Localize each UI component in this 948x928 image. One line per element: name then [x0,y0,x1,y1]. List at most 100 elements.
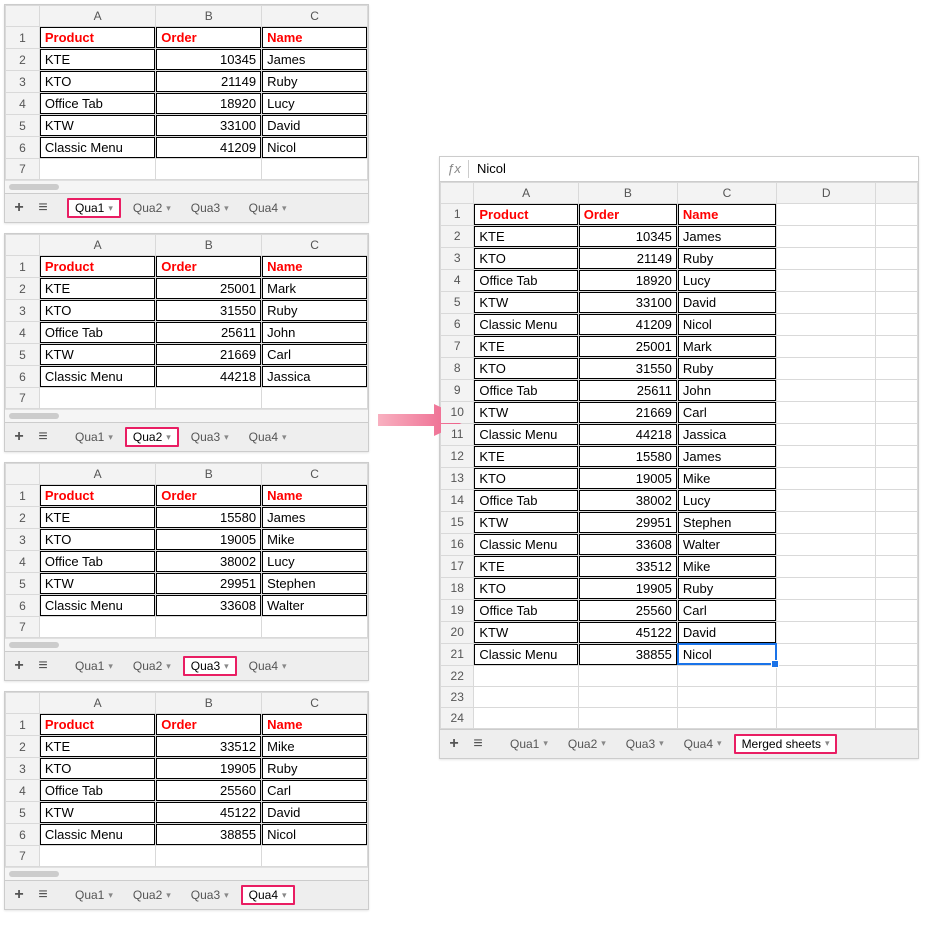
h-scrollbar[interactable] [5,180,368,193]
col-header-c[interactable]: C [262,235,368,256]
all-sheets-button[interactable]: ≡ [33,198,53,218]
col-header-c[interactable]: C [262,6,368,27]
sheet-tab-qua1[interactable]: Qua1▾ [502,734,556,754]
cell-order[interactable]: 38002 [156,551,261,572]
cell-name[interactable]: Ruby [262,71,367,92]
sheet-tab-qua1[interactable]: Qua1▾ [67,198,121,218]
row-header[interactable]: 4 [6,322,40,344]
cell-order[interactable]: 19005 [156,529,261,550]
cell-name[interactable]: James [262,49,367,70]
cell-order[interactable]: 19005 [579,468,677,489]
cell-name[interactable]: Stephen [262,573,367,594]
cell-order[interactable]: 31550 [156,300,261,321]
sheet-tab-qua4[interactable]: Qua4▾ [241,656,295,676]
cell-product[interactable]: Classic Menu [40,366,155,387]
col-header-c[interactable]: C [677,182,776,203]
cell-product[interactable]: KTE [474,556,577,577]
cell-product[interactable]: KTW [40,573,155,594]
all-sheets-button[interactable]: ≡ [468,734,488,754]
cell-name[interactable]: James [678,226,776,247]
h-scrollbar[interactable] [5,867,368,880]
row-header[interactable]: 2 [6,736,40,758]
row-header[interactable]: 7 [6,159,40,180]
cell-order[interactable]: 33512 [156,736,261,757]
row-header[interactable]: 1 [6,714,40,736]
cell-name[interactable]: Mike [678,468,776,489]
cell-order[interactable]: 25560 [156,780,261,801]
sheet-tab-qua4[interactable]: Qua4▾ [241,885,295,905]
sheet-tab-qua2[interactable]: Qua2▾ [125,427,179,447]
cell-order[interactable]: 25611 [156,322,261,343]
sheet-tab-qua4[interactable]: Qua4▾ [241,427,295,447]
cell-product[interactable]: KTO [40,300,155,321]
cell-name[interactable]: Lucy [678,270,776,291]
cell-name[interactable]: Carl [678,402,776,423]
cell-product[interactable]: Office Tab [474,600,577,621]
row-header[interactable]: 6 [6,366,40,388]
col-header-b[interactable]: B [156,235,262,256]
all-sheets-button[interactable]: ≡ [33,427,53,447]
row-header[interactable]: 19 [441,599,474,621]
sheet-tab-qua2[interactable]: Qua2▾ [560,734,614,754]
sheet-grid[interactable]: ABC1 Product Order Name2 KTE 15580 James… [5,463,368,638]
cell-product[interactable]: Classic Menu [40,824,155,845]
cell-product[interactable]: KTE [40,736,155,757]
cell-order[interactable]: 15580 [156,507,261,528]
cell-product[interactable]: KTO [474,248,577,269]
cell-product[interactable]: Office Tab [474,270,577,291]
row-header[interactable]: 8 [441,357,474,379]
row-header[interactable]: 2 [6,507,40,529]
formula-bar[interactable]: ƒx Nicol [440,157,918,182]
cell-product[interactable]: KTW [40,802,155,823]
cell-product[interactable]: KTE [40,278,155,299]
row-header[interactable]: 16 [441,533,474,555]
cell-product[interactable]: Office Tab [40,93,155,114]
cell-product[interactable]: KTE [40,507,155,528]
row-header[interactable]: 22 [441,665,474,686]
sheet-tab-qua3[interactable]: Qua3▾ [183,656,237,676]
col-header-d[interactable]: D [777,182,876,203]
cell-product[interactable]: KTW [40,115,155,136]
cell-product[interactable]: KTO [474,578,577,599]
row-header[interactable]: 3 [6,758,40,780]
sheet-tab-qua2[interactable]: Qua2▾ [125,198,179,218]
cell-order[interactable]: 33608 [156,595,261,616]
sheet-tab-qua1[interactable]: Qua1▾ [67,885,121,905]
all-sheets-button[interactable]: ≡ [33,656,53,676]
cell-product[interactable]: KTW [474,402,577,423]
sheet-tab-qua1[interactable]: Qua1▾ [67,427,121,447]
cell-name[interactable]: Nicol [262,137,367,158]
row-header[interactable]: 3 [6,71,40,93]
cell-product[interactable]: Office Tab [40,551,155,572]
sheet-tab-qua3[interactable]: Qua3▾ [183,427,237,447]
sheet-tab-qua4[interactable]: Qua4▾ [241,198,295,218]
cell-name[interactable]: Carl [262,344,367,365]
col-header-a[interactable]: A [39,693,155,714]
cell-product[interactable]: Office Tab [474,380,577,401]
cell-product[interactable]: Classic Menu [474,314,577,335]
sheet-grid[interactable]: ABC1 Product Order Name2 KTE 25001 Mark3… [5,234,368,409]
cell-order[interactable]: 38855 [156,824,261,845]
add-sheet-button[interactable]: + [9,427,29,447]
row-header[interactable]: 17 [441,555,474,577]
cell-order[interactable]: 44218 [579,424,677,445]
h-scrollbar[interactable] [5,638,368,651]
col-header-a[interactable]: A [39,235,155,256]
cell-name[interactable]: James [678,446,776,467]
cell-product[interactable]: KTO [474,358,577,379]
cell-order[interactable]: 18920 [579,270,677,291]
row-header[interactable]: 7 [6,617,40,638]
row-header[interactable]: 1 [6,485,40,507]
row-header[interactable]: 4 [441,269,474,291]
row-header[interactable]: 24 [441,707,474,728]
cell-product[interactable]: KTW [474,622,577,643]
cell-product[interactable]: Office Tab [40,322,155,343]
cell-name[interactable]: Ruby [678,248,776,269]
cell-order[interactable]: 33100 [156,115,261,136]
cell-product[interactable]: Classic Menu [40,137,155,158]
cell-name[interactable]: James [262,507,367,528]
col-header-a[interactable]: A [474,182,578,203]
row-header[interactable]: 6 [441,313,474,335]
row-header[interactable]: 5 [6,802,40,824]
cell-order[interactable]: 44218 [156,366,261,387]
